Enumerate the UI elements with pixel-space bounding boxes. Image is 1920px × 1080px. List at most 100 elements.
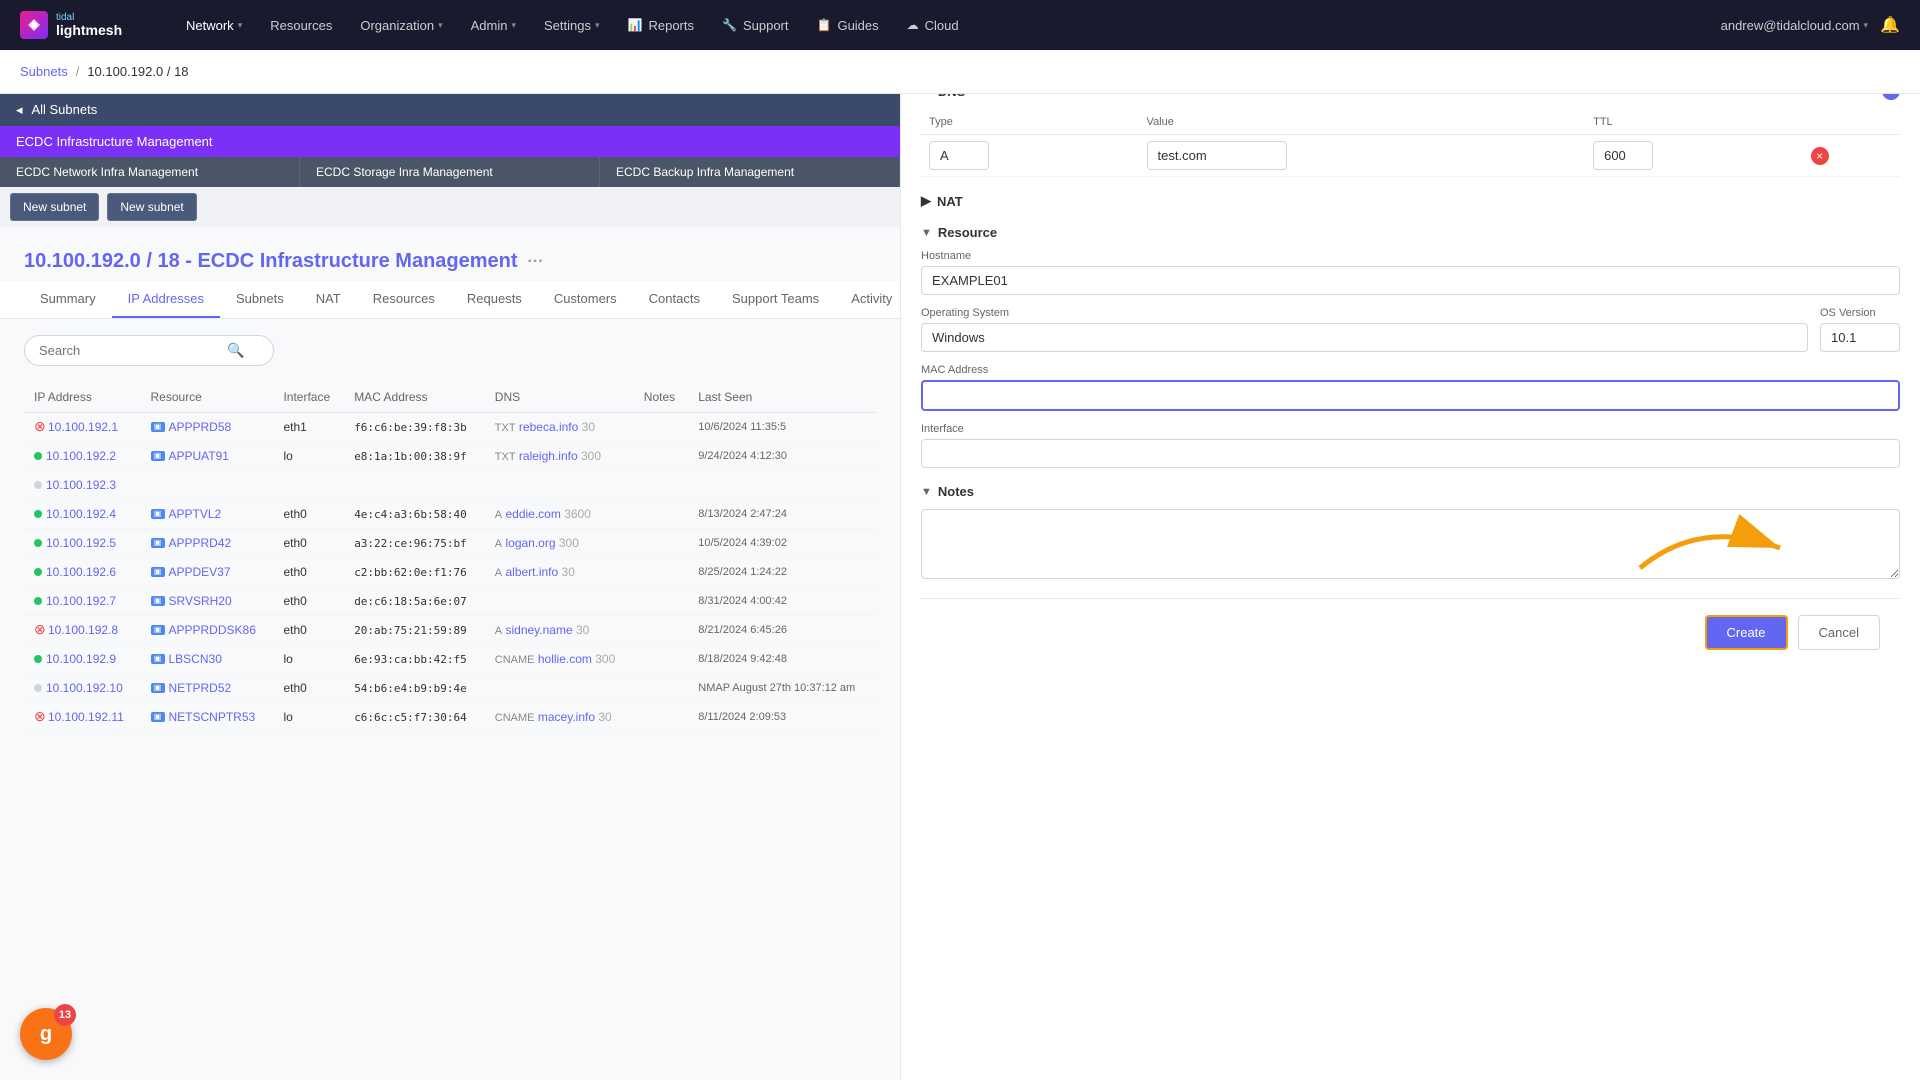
cell-interface xyxy=(273,471,344,500)
table-row[interactable]: 10.100.192.9 ▣LBSCN30 lo 6e:93:ca:bb:42:… xyxy=(24,645,876,674)
nav-organization[interactable]: Organization ▾ xyxy=(348,12,454,39)
subnet-child-backup[interactable]: ECDC Backup Infra Management xyxy=(600,157,900,187)
tabs-bar: Summary IP Addresses Subnets NAT Resourc… xyxy=(0,281,900,319)
dns-table: Type Value TTL × xyxy=(921,110,1900,177)
table-row[interactable]: 10.100.192.2 ▣APPUAT91 lo e8:1a:1b:00:38… xyxy=(24,442,876,471)
collapse-icon: ▼ xyxy=(921,486,932,498)
subnet-child-storage[interactable]: ECDC Storage Inra Management xyxy=(300,157,600,187)
notifications-bell[interactable]: 🔔 xyxy=(1880,15,1900,35)
table-row[interactable]: 10.100.192.10 ▣NETPRD52 eth0 54:b6:e4:b9… xyxy=(24,674,876,703)
cell-resource[interactable]: ▣NETSCNPTR53 xyxy=(141,703,274,732)
tab-requests[interactable]: Requests xyxy=(451,281,538,318)
cell-dns: CNAME hollie.com 300 xyxy=(485,645,634,674)
tab-summary[interactable]: Summary xyxy=(24,281,112,318)
all-subnets-row[interactable]: ◂ All Subnets xyxy=(0,94,900,126)
table-row[interactable]: 10.100.192.3 xyxy=(24,471,876,500)
tab-activity[interactable]: Activity xyxy=(835,281,900,318)
breadcrumb-parent[interactable]: Subnets xyxy=(20,64,68,79)
cell-resource[interactable]: ▣APPDEV37 xyxy=(141,558,274,587)
cell-resource[interactable] xyxy=(141,471,274,500)
cell-resource[interactable]: ▣NETPRD52 xyxy=(141,674,274,703)
table-row[interactable]: ⊗10.100.192.1 ▣APPPRD58 eth1 f6:c6:be:39… xyxy=(24,413,876,442)
table-row[interactable]: ⊗10.100.192.11 ▣NETSCNPTR53 lo c6:6c:c5:… xyxy=(24,703,876,732)
cell-mac: 20:ab:75:21:59:89 xyxy=(344,616,485,645)
more-options-button[interactable]: ··· xyxy=(528,253,544,271)
cell-resource[interactable]: ▣LBSCN30 xyxy=(141,645,274,674)
mac-label: MAC Address xyxy=(921,364,1900,376)
cell-resource[interactable]: ▣APPTVL2 xyxy=(141,500,274,529)
cell-resource[interactable]: ▣SRVSRH20 xyxy=(141,587,274,616)
os-version-input[interactable] xyxy=(1820,323,1900,352)
mac-input[interactable] xyxy=(921,380,1900,411)
subnet-tree: ◂ All Subnets ECDC Infrastructure Manage… xyxy=(0,94,900,227)
cancel-button[interactable]: Cancel xyxy=(1798,615,1880,650)
cell-notes xyxy=(634,703,688,732)
cell-resource[interactable]: ▣APPPRDDSK86 xyxy=(141,616,274,645)
cell-mac xyxy=(344,471,485,500)
nav-resources[interactable]: Resources xyxy=(258,12,344,39)
cell-interface: lo xyxy=(273,703,344,732)
tab-contacts[interactable]: Contacts xyxy=(633,281,716,318)
cell-notes xyxy=(634,558,688,587)
cell-resource[interactable]: ▣APPPRD58 xyxy=(141,413,274,442)
tab-subnets[interactable]: Subnets xyxy=(220,281,300,318)
nav-admin[interactable]: Admin ▾ xyxy=(459,12,528,39)
new-subnet-button-1[interactable]: New subnet xyxy=(10,193,99,221)
logo[interactable]: tidal lightmesh xyxy=(20,11,150,39)
gritter-badge[interactable]: g 13 xyxy=(20,1008,72,1060)
dns-type-input[interactable] xyxy=(929,141,989,170)
cell-last-seen: 8/21/2024 6:45:26 xyxy=(688,616,876,645)
user-menu[interactable]: andrew@tidalcloud.com ▾ xyxy=(1721,18,1868,33)
subnet-child-network[interactable]: ECDC Network Infra Management xyxy=(0,157,300,187)
table-row[interactable]: 10.100.192.6 ▣APPDEV37 eth0 c2:bb:62:0e:… xyxy=(24,558,876,587)
breadcrumb-current: 10.100.192.0 / 18 xyxy=(87,64,188,79)
tab-nat[interactable]: NAT xyxy=(300,281,357,318)
tab-customers[interactable]: Customers xyxy=(538,281,633,318)
tab-resources[interactable]: Resources xyxy=(357,281,451,318)
search-icon: 🔍 xyxy=(227,342,244,359)
nav-support[interactable]: 🔧 Support xyxy=(710,12,801,39)
table-row[interactable]: 10.100.192.5 ▣APPPRD42 eth0 a3:22:ce:96:… xyxy=(24,529,876,558)
cell-ip: 10.100.192.7 xyxy=(24,587,141,616)
cell-interface: eth0 xyxy=(273,529,344,558)
table-row[interactable]: 10.100.192.7 ▣SRVSRH20 eth0 de:c6:18:5a:… xyxy=(24,587,876,616)
right-panel: 10.100.192.3 ▼ DNS + Type Value TTL xyxy=(900,50,1920,1080)
dns-ttl-input[interactable] xyxy=(1593,141,1653,170)
cell-interface: eth0 xyxy=(273,674,344,703)
remove-dns-button[interactable]: × xyxy=(1811,147,1829,165)
cell-resource[interactable]: ▣APPPRD42 xyxy=(141,529,274,558)
search-input[interactable] xyxy=(39,343,219,358)
search-bar[interactable]: 🔍 xyxy=(24,335,274,366)
section-header: 10.100.192.0 / 18 - ECDC Infrastructure … xyxy=(0,234,900,281)
create-button[interactable]: Create xyxy=(1705,615,1788,650)
cell-notes xyxy=(634,616,688,645)
os-input[interactable] xyxy=(921,323,1808,352)
cell-dns: TXT rebeca.info 30 xyxy=(485,413,634,442)
cell-mac: f6:c6:be:39:f8:3b xyxy=(344,413,485,442)
nat-section-header[interactable]: ▶ NAT xyxy=(921,193,1900,209)
resource-section-header[interactable]: ▼ Resource xyxy=(921,225,1900,240)
table-row[interactable]: 10.100.192.4 ▣APPTVL2 eth0 4e:c4:a3:6b:5… xyxy=(24,500,876,529)
cell-resource[interactable]: ▣APPUAT91 xyxy=(141,442,274,471)
dns-value-input[interactable] xyxy=(1147,141,1287,170)
hostname-label: Hostname xyxy=(921,250,1900,262)
interface-input[interactable] xyxy=(921,439,1900,468)
nav-network[interactable]: Network ▾ xyxy=(174,12,254,39)
notes-textarea[interactable] xyxy=(921,509,1900,579)
notes-section-header[interactable]: ▼ Notes xyxy=(921,484,1900,499)
table-body: ⊗10.100.192.1 ▣APPPRD58 eth1 f6:c6:be:39… xyxy=(24,413,876,732)
table-row[interactable]: ⊗10.100.192.8 ▣APPPRDDSK86 eth0 20:ab:75… xyxy=(24,616,876,645)
cell-last-seen: 9/24/2024 4:12:30 xyxy=(688,442,876,471)
tab-support-teams[interactable]: Support Teams xyxy=(716,281,835,318)
new-subnet-button-2[interactable]: New subnet xyxy=(107,193,196,221)
tab-ip-addresses[interactable]: IP Addresses xyxy=(112,281,220,318)
new-subnet-row: New subnet New subnet xyxy=(0,187,900,227)
nav-settings[interactable]: Settings ▾ xyxy=(532,12,612,39)
hostname-input[interactable] xyxy=(921,266,1900,295)
nav-reports[interactable]: 📊 Reports xyxy=(616,12,706,39)
nav-cloud[interactable]: ☁ Cloud xyxy=(895,12,971,39)
cell-mac: 4e:c4:a3:6b:58:40 xyxy=(344,500,485,529)
ecdc-subnet-row[interactable]: ECDC Infrastructure Management xyxy=(0,126,900,157)
cell-interface: lo xyxy=(273,442,344,471)
nav-guides[interactable]: 📋 Guides xyxy=(805,12,891,39)
